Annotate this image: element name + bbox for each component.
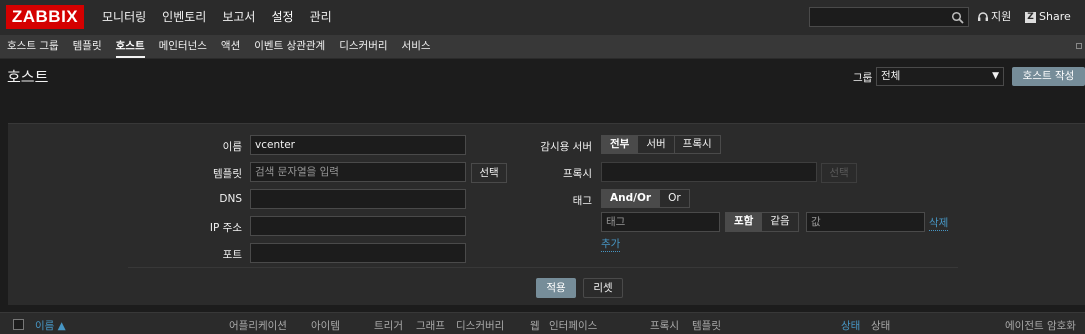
monitored-by-proxy[interactable]: 프록시: [673, 136, 720, 153]
tags-mode-and-or[interactable]: And/Or: [602, 190, 660, 207]
th-graphs: 그래프: [416, 320, 445, 332]
templates-select-button[interactable]: 선택: [471, 163, 507, 183]
name-label: 이름: [222, 141, 242, 153]
tag-operator-equals[interactable]: 같음: [761, 213, 797, 231]
th-discovery: 디스커버리: [456, 320, 505, 332]
tags-mode-segmented: And/Or Or: [601, 189, 690, 208]
th-items: 아이템: [311, 320, 340, 332]
group-label: 그룹: [853, 72, 873, 84]
group-select-value: 전체: [881, 70, 901, 82]
ip-input[interactable]: [250, 216, 466, 236]
proxy-input[interactable]: [601, 162, 817, 182]
support-label: 지원: [991, 10, 1012, 23]
tag-value-input[interactable]: 값: [806, 212, 925, 232]
page-header: 호스트 그룹 전체 ▼ 호스트 작성: [0, 59, 1085, 93]
th-availability: 상태: [871, 320, 891, 332]
th-agent-encryption: 에이전트 암호화: [1005, 320, 1076, 332]
monitored-by-server[interactable]: 서버: [637, 136, 673, 153]
dns-label: DNS: [219, 193, 242, 205]
tags-label: 태그: [572, 195, 592, 207]
subnav-templates[interactable]: 템플릿: [66, 35, 109, 59]
nav-monitoring[interactable]: 모니터링: [94, 0, 154, 35]
subnav-maintenance[interactable]: 메인터넌스: [152, 35, 214, 59]
hosts-table-header: 이름 ▲ 어플리케이션 아이템 트리거 그래프 디스커버리 웹 인터페이스 프록…: [0, 312, 1085, 334]
collapse-icon[interactable]: [1076, 43, 1082, 49]
headset-icon: [978, 12, 988, 21]
ip-label: IP 주소: [209, 222, 242, 234]
tag-remove-link[interactable]: 삭제: [929, 215, 949, 231]
tag-name-input[interactable]: 태그: [601, 212, 720, 232]
th-triggers: 트리거: [374, 320, 403, 332]
dns-input[interactable]: [250, 189, 466, 209]
monitored-by-label: 감시용 서버: [540, 141, 592, 153]
th-applications: 어플리케이션: [229, 320, 287, 332]
subnav-actions[interactable]: 액션: [214, 35, 247, 59]
share-icon: Z: [1025, 11, 1036, 23]
nav-inventory[interactable]: 인벤토리: [154, 0, 214, 35]
proxy-label: 프록시: [563, 168, 592, 180]
subnav-event-correlation[interactable]: 이벤트 상관관계: [247, 35, 332, 59]
subnav-services[interactable]: 서비스: [395, 35, 438, 59]
th-web: 웹: [530, 320, 540, 332]
filter-divider: [128, 267, 958, 268]
th-interface: 인터페이스: [549, 320, 598, 332]
nav-administration[interactable]: 관리: [302, 0, 340, 35]
page-title: 호스트: [7, 68, 49, 86]
group-select[interactable]: 전체 ▼: [876, 67, 1004, 86]
main-nav: 모니터링 인벤토리 보고서 설정 관리: [94, 0, 340, 35]
nav-configuration[interactable]: 설정: [263, 0, 301, 35]
top-bar: ZABBIX 모니터링 인벤토리 보고서 설정 관리 지원 Z Share: [0, 0, 1085, 35]
monitored-by-any[interactable]: 전부: [602, 136, 638, 153]
templates-label: 템플릿: [213, 168, 242, 180]
sub-bar: 호스트 그룹 템플릿 호스트 메인터넌스 액션 이벤트 상관관계 디스커버리 서…: [0, 35, 1085, 59]
tag-add-link[interactable]: 추가: [601, 236, 621, 252]
apply-button[interactable]: 적용: [536, 278, 576, 298]
tag-operator-segmented: 포함 같음: [725, 212, 799, 232]
name-input[interactable]: vcenter: [250, 135, 466, 155]
th-templates: 템플릿: [692, 320, 721, 332]
reset-button[interactable]: 리셋: [583, 278, 623, 298]
port-input[interactable]: [250, 243, 466, 263]
create-host-button[interactable]: 호스트 작성: [1012, 67, 1085, 86]
sub-nav: 호스트 그룹 템플릿 호스트 메인터넌스 액션 이벤트 상관관계 디스커버리 서…: [0, 35, 438, 59]
nav-reports[interactable]: 보고서: [214, 0, 263, 35]
monitored-by-segmented: 전부 서버 프록시: [601, 135, 721, 154]
support-link[interactable]: 지원: [977, 0, 1011, 34]
th-status[interactable]: 상태: [841, 318, 860, 333]
port-label: 포트: [222, 249, 242, 261]
filter-panel: 이름 vcenter 템플릿 검색 문자열을 입력 선택 DNS IP 주소 포…: [8, 123, 1085, 305]
chevron-down-icon: ▼: [992, 71, 999, 81]
zabbix-logo[interactable]: ZABBIX: [6, 5, 84, 29]
templates-input[interactable]: 검색 문자열을 입력: [250, 162, 466, 182]
search-icon[interactable]: [951, 11, 965, 25]
subnav-discovery[interactable]: 디스커버리: [332, 35, 394, 59]
tags-mode-or[interactable]: Or: [659, 190, 689, 207]
th-name[interactable]: 이름 ▲: [35, 318, 66, 333]
tag-operator-contains[interactable]: 포함: [726, 213, 762, 231]
share-link[interactable]: Z Share: [1025, 0, 1071, 34]
subnav-hosts[interactable]: 호스트: [109, 35, 152, 59]
proxy-select-button[interactable]: 선택: [821, 163, 857, 183]
global-search-input[interactable]: [809, 7, 969, 27]
subnav-host-groups[interactable]: 호스트 그룹: [0, 35, 66, 59]
select-all-checkbox[interactable]: [13, 319, 24, 330]
share-label: Share: [1039, 10, 1071, 23]
th-proxy: 프록시: [650, 320, 679, 332]
